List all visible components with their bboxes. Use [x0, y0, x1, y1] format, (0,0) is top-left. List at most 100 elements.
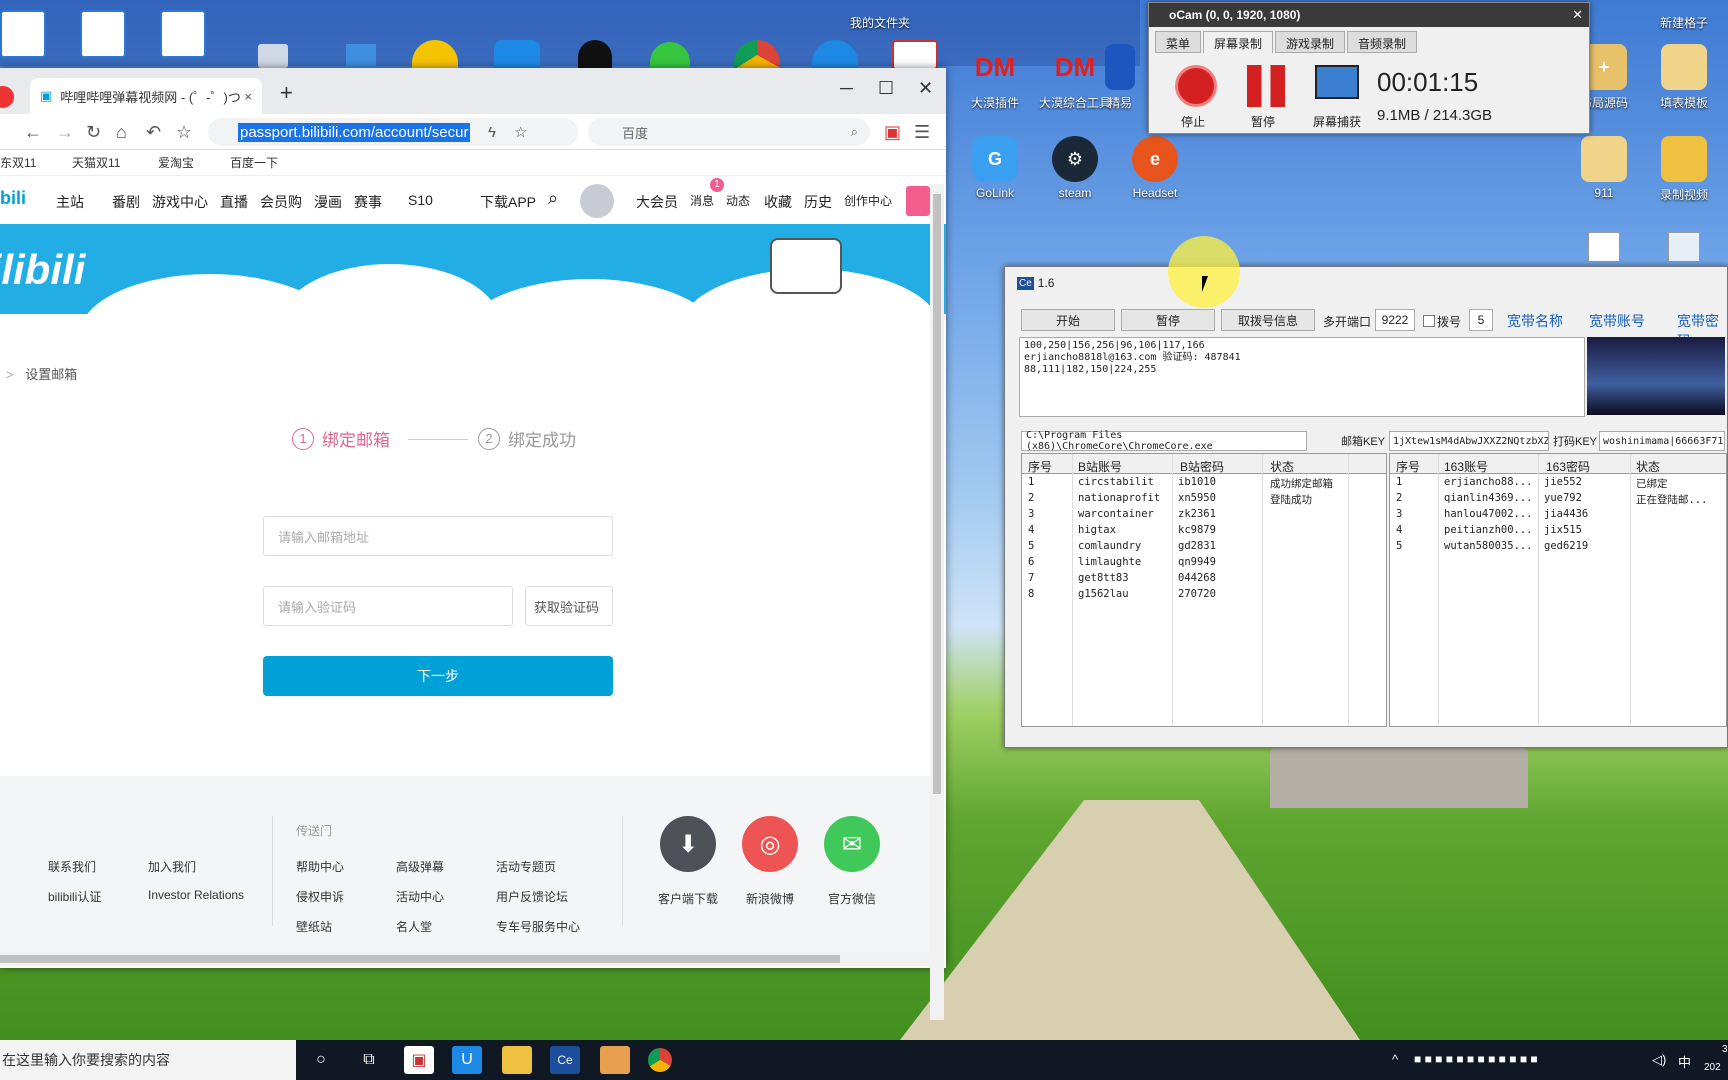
footer-link[interactable]: 侵权申诉 [296, 888, 344, 905]
golink-icon[interactable]: G GoLink [955, 136, 1035, 200]
form-template-icon[interactable]: 填表模板 [1644, 44, 1724, 111]
back-icon[interactable]: ← [24, 122, 42, 143]
headset-icon[interactable]: e Headset [1115, 136, 1195, 200]
ce-taskbar-icon[interactable]: Ce [550, 1046, 580, 1074]
table-row[interactable]: 4 peitianzh00... jix515 [1390, 522, 1726, 538]
ocam-tab[interactable]: 游戏录制 [1275, 31, 1346, 53]
table-row[interactable]: 6 limlaughte qn9949 [1022, 554, 1386, 570]
search-icon[interactable]: ⌕ [851, 124, 858, 140]
nav-right-item[interactable]: 收藏 [764, 192, 792, 212]
folder-911-icon[interactable]: 911 [1564, 136, 1644, 200]
qq-icon[interactable] [578, 40, 612, 70]
tab-close-icon[interactable]: × [244, 89, 252, 104]
nav-item[interactable]: 会员购 [260, 192, 302, 212]
task-view-icon[interactable]: ⧉ [354, 1046, 384, 1074]
taskbar-search[interactable]: 在这里输入你要搜索的内容 [0, 1040, 296, 1080]
pdf-icon[interactable]: ▣ [884, 122, 901, 143]
table-row[interactable]: 5 comlaundry gd2831 [1022, 538, 1386, 554]
download-icon[interactable]: ⬇ [660, 816, 716, 872]
volume-icon[interactable]: ◁) [1652, 1052, 1666, 1068]
bookmark-item[interactable]: 百度一下 [206, 154, 278, 171]
ocam-tab[interactable]: 音频录制 [1347, 31, 1418, 53]
bookmark-item[interactable]: 爱淘宝 [134, 154, 194, 171]
footer-link[interactable]: 帮助中心 [296, 858, 344, 875]
table-row[interactable]: 8 g1562lau 270720 [1022, 586, 1386, 602]
horizontal-scrollbar[interactable] [0, 952, 930, 966]
avatar[interactable] [580, 184, 614, 218]
footer-link[interactable]: Investor Relations [148, 888, 244, 902]
table-row[interactable]: 3 warcontainer zk2361 [1022, 506, 1386, 522]
profile-avatar[interactable] [0, 86, 14, 108]
nav-item[interactable]: 游戏中心 [152, 192, 208, 212]
taskbar-app-icon[interactable] [600, 1046, 630, 1074]
nav-right-item[interactable]: 大会员 [636, 192, 678, 212]
scroll-thumb[interactable] [933, 194, 941, 794]
date[interactable]: 202 [1704, 1062, 1721, 1073]
weibo-icon[interactable]: ◎ [742, 816, 798, 872]
broadband-account-link[interactable]: 宽带账号 [1589, 311, 1645, 331]
app-blue-icon[interactable] [494, 40, 540, 70]
taskbar-app-icon[interactable]: ▣ [404, 1046, 434, 1074]
home-icon[interactable]: ⌂ [116, 122, 127, 143]
jingyi-icon[interactable]: 精易 [1100, 44, 1140, 111]
desktop-app-icon[interactable] [892, 40, 938, 70]
ime-indicator[interactable]: 中 [1678, 1052, 1691, 1071]
document-icon[interactable] [1668, 232, 1700, 262]
nav-right-item[interactable]: 消息 [690, 192, 714, 209]
bookmark-star-icon[interactable]: ☆ [176, 122, 192, 143]
next-button[interactable]: 下一步 [263, 656, 613, 696]
port-field[interactable]: 9222 [1375, 309, 1415, 331]
minimize-button[interactable]: ─ [840, 78, 853, 99]
pause-button[interactable]: 暂停 [1121, 309, 1215, 331]
code-key-field[interactable]: woshinimama|66663F713 [1599, 431, 1725, 451]
search-icon[interactable]: ⌕ [548, 188, 558, 209]
ocam-close-icon[interactable]: ✕ [1572, 7, 1583, 23]
footer-link[interactable]: 高级弹幕 [396, 858, 444, 875]
table-row[interactable]: 5 wutan580035... ged6219 [1390, 538, 1726, 554]
maximize-button[interactable]: ☐ [878, 78, 894, 99]
taskbar-app-icon[interactable]: U [452, 1046, 482, 1074]
footer-link[interactable]: 加入我们 [148, 858, 196, 875]
email-field[interactable]: 请输入邮箱地址 [263, 516, 613, 556]
bilibili-account-table[interactable]: 序号 B站账号 B站密码 状态 1 circstabilit ib1010 成功绑定邮… [1021, 453, 1387, 727]
ocam-tab[interactable]: 菜单 [1155, 31, 1202, 53]
get-code-button[interactable]: 获取验证码 [525, 586, 613, 626]
bilibili-logo-small[interactable]: bili [0, 188, 26, 209]
dial-checkbox[interactable] [1423, 315, 1435, 327]
wechat-icon[interactable]: ✉ [824, 816, 880, 872]
dm-plugin-icon[interactable]: DM 大漠插件 [955, 44, 1035, 111]
desktop-app-icon[interactable] [0, 10, 46, 58]
table-row[interactable]: 2 qianlin4369... yue792 正在登陆邮... [1390, 490, 1726, 506]
dial-field[interactable]: 5 [1469, 309, 1493, 331]
table-row[interactable]: 1 erjiancho88... jie552 已绑定 [1390, 474, 1726, 490]
footer-link[interactable]: 用户反馈论坛 [496, 888, 568, 905]
footer-link[interactable]: 活动中心 [396, 888, 444, 905]
lightning-icon[interactable]: ϟ [486, 123, 498, 142]
nav-item[interactable]: 漫画 [314, 192, 342, 212]
close-button[interactable]: ✕ [918, 78, 933, 99]
record-video-icon[interactable]: 录制视频 [1644, 136, 1724, 203]
reload-icon[interactable]: ↻ [86, 122, 101, 143]
footer-link[interactable]: bilibili认证 [48, 888, 101, 905]
new-tab-button[interactable]: + [280, 80, 293, 106]
vertical-scrollbar[interactable] [930, 184, 944, 1020]
undo-icon[interactable]: ↶ [146, 122, 161, 143]
table-row[interactable]: 2 nationaprofit xn5950 登陆成功 [1022, 490, 1386, 506]
footer-link[interactable]: 联系我们 [48, 858, 96, 875]
stop-icon[interactable] [1175, 65, 1217, 107]
table-row[interactable]: 7 get8tt83 044268 [1022, 570, 1386, 586]
broadband-name-link[interactable]: 宽带名称 [1507, 311, 1563, 331]
mail-account-table[interactable]: 序号 163账号 163密码 状态 1 erjiancho88... jie552 已… [1389, 453, 1727, 727]
chrome-taskbar-icon[interactable] [648, 1048, 672, 1072]
search-box[interactable]: 百度 ⌕ [588, 118, 870, 146]
table-row[interactable]: 3 hanlou47002... jia4436 [1390, 506, 1726, 522]
clock[interactable]: 3 [1722, 1044, 1728, 1055]
url-field[interactable]: passport.bilibili.com/account/secur ϟ ☆ [208, 118, 578, 146]
nav-item[interactable]: 番剧 [112, 192, 140, 212]
document-icon[interactable] [1588, 232, 1620, 262]
tray-expand-icon[interactable]: ^ [1392, 1052, 1398, 1067]
menu-icon[interactable]: ☰ [914, 122, 930, 143]
nav-right-item[interactable]: 动态 [726, 192, 750, 209]
screen-capture-icon[interactable] [1315, 65, 1359, 99]
nav-main[interactable]: 主站 [56, 192, 84, 212]
